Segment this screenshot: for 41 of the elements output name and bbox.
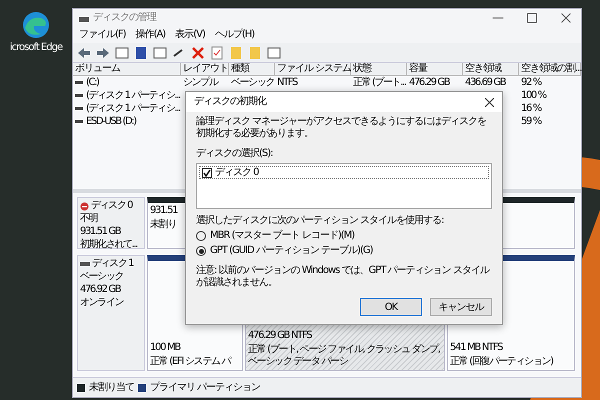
table-cell-text: 59 % <box>520 116 542 128</box>
disk-detail: 476.92 GB <box>80 284 122 296</box>
partition-text: 541 MB NTFS <box>450 342 502 354</box>
window-title: ディスクの管理 <box>93 12 158 24</box>
disk-name: ディスク 1 <box>92 258 134 270</box>
table-cell-text: 16 % <box>520 102 542 114</box>
table-cell-text: シンプル <box>182 76 219 88</box>
table-cell-text: 正常 (ブート... <box>352 76 407 88</box>
partition-text: 正常 (回復パーティション) <box>450 356 553 368</box>
disk-detail: 931.51 GB <box>80 226 122 238</box>
field-label: 選択したディスクに次のパーティション スタイルを使用する: <box>196 215 445 227</box>
disk-detail: ベーシック <box>80 271 124 283</box>
dialog-message: 論理ディスク マネージャーがアクセスできるようにするにはディスクを初期化する必要があります。 <box>196 116 488 140</box>
disk-detail: 不明 <box>80 213 98 225</box>
disk-detail: オンライン <box>80 297 124 309</box>
table-cell: ESD-USB (D:) <box>86 116 136 128</box>
table-cell: (C:) <box>86 76 99 88</box>
table-cell-text: NTFS <box>276 76 298 88</box>
table-cell-text: 100 % <box>520 90 548 102</box>
radio-label: MBR (マスター ブート レコード)(M) <box>210 230 354 242</box>
partition-text: 931.51 <box>150 205 178 217</box>
partition-text: 476.29 GB NTFS <box>248 330 312 342</box>
partition-text: 100 MB <box>150 342 180 354</box>
table-cell-text: 476.29 GB <box>408 76 451 88</box>
legend-label: 未割り当て <box>89 382 134 394</box>
partition-text: 正常 (ブート, ページ ファイル, クラッシュ ダンプ, ベーシック データ パーシ <box>248 344 441 368</box>
table-cell-text: 436.69 GB <box>464 76 507 88</box>
table-cell-text: 92 % <box>520 76 542 88</box>
table-cell: (ディスク 1 パーティシ... <box>86 102 180 114</box>
legend-label: プライマリ パーティション <box>150 382 260 394</box>
field-label: ディスクの選択(S): <box>196 148 274 160</box>
list-item-label: ディスク 0 <box>215 166 259 178</box>
icon-label: icrosoft Edge <box>10 42 62 54</box>
partition-text: 未割り <box>150 219 176 231</box>
dialog-title: ディスクの初期化 <box>194 96 266 108</box>
table-cell-text: ベーシック <box>230 76 275 88</box>
partition-text: 正常 (EFI システム パ <box>150 356 230 368</box>
table-cell: (ディスク 1 パーティシ... <box>86 90 180 102</box>
disk-detail: 初期化されて... <box>80 239 138 251</box>
radio-label: GPT (GUID パーティション テーブル)(G) <box>210 245 372 257</box>
disk-name: ディスク 0 <box>91 200 132 212</box>
